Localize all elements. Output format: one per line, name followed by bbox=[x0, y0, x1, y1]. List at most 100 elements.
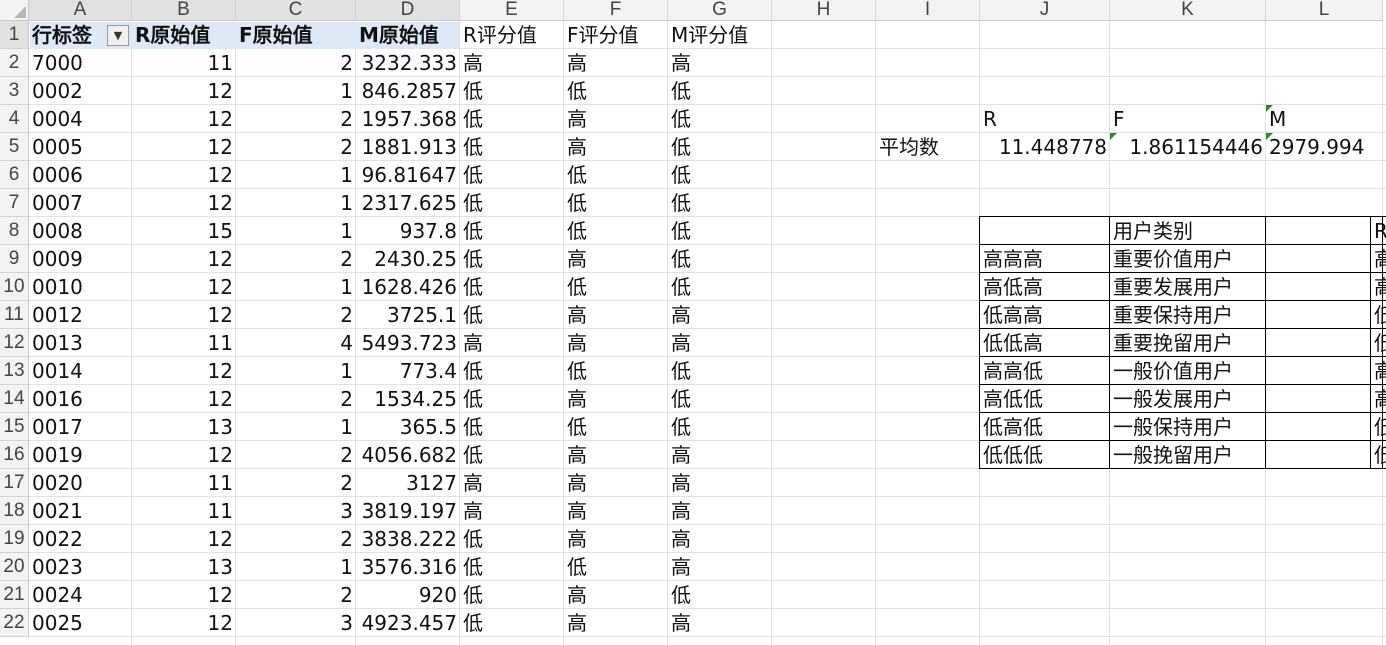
table-cell[interactable]: 高 bbox=[460, 469, 564, 496]
table-cell[interactable]: 高 bbox=[668, 49, 772, 76]
table-cell[interactable]: 低 bbox=[460, 245, 564, 272]
row-header-19[interactable]: 19 bbox=[0, 525, 29, 553]
row-header-4[interactable]: 4 bbox=[0, 105, 29, 133]
table-cell[interactable]: 12 bbox=[132, 441, 236, 468]
table-cell[interactable]: 1534.25 bbox=[356, 385, 460, 412]
table-cell[interactable]: 0002 bbox=[29, 77, 132, 104]
row-header-1[interactable]: 1 bbox=[0, 21, 29, 49]
table-cell[interactable]: 高 bbox=[668, 525, 772, 552]
table-cell[interactable]: 1 bbox=[236, 357, 356, 384]
table-cell[interactable]: 高 bbox=[564, 301, 668, 328]
table-cell[interactable]: 12 bbox=[132, 273, 236, 300]
r-score-header[interactable]: R评分值 bbox=[460, 21, 564, 48]
table-cell[interactable]: 365.5 bbox=[356, 413, 460, 440]
table-cell[interactable]: 0004 bbox=[29, 105, 132, 132]
table-cell[interactable]: 12 bbox=[132, 133, 236, 160]
row-header-2[interactable]: 2 bbox=[0, 49, 29, 77]
table-cell[interactable]: 低 bbox=[668, 217, 772, 244]
avg-f-value[interactable]: 1.861154446 bbox=[1110, 133, 1266, 160]
table-cell[interactable]: 4 bbox=[236, 329, 356, 356]
table-cell[interactable]: 0020 bbox=[29, 469, 132, 496]
table-cell[interactable]: 4056.682 bbox=[356, 441, 460, 468]
row-header-6[interactable]: 6 bbox=[0, 161, 29, 189]
table-cell[interactable]: 0013 bbox=[29, 329, 132, 356]
f-score-header[interactable]: F评分值 bbox=[564, 21, 668, 48]
row-header-21[interactable]: 21 bbox=[0, 581, 29, 609]
pivot-r-raw-header[interactable]: R原始值 bbox=[132, 21, 236, 48]
row-header-17[interactable]: 17 bbox=[0, 469, 29, 497]
table-cell[interactable]: 1 bbox=[236, 217, 356, 244]
table-cell[interactable]: 低 bbox=[460, 441, 564, 468]
table-cell[interactable]: 低 bbox=[460, 525, 564, 552]
table-cell[interactable]: 低 bbox=[564, 217, 668, 244]
table-cell[interactable]: 低 bbox=[668, 581, 772, 608]
table-cell[interactable]: 2430.25 bbox=[356, 245, 460, 272]
table-cell[interactable]: 低 bbox=[460, 105, 564, 132]
table-cell[interactable]: 12 bbox=[132, 105, 236, 132]
avg-r-value[interactable]: 11.448778 bbox=[980, 133, 1110, 160]
table-cell[interactable]: 高 bbox=[564, 441, 668, 468]
row-header-18[interactable]: 18 bbox=[0, 497, 29, 525]
table-cell[interactable]: 0016 bbox=[29, 385, 132, 412]
avg-row-label[interactable]: 平均数 bbox=[876, 133, 980, 160]
table-cell[interactable]: 3 bbox=[236, 497, 356, 524]
table-cell[interactable]: 3127 bbox=[356, 469, 460, 496]
table-cell[interactable]: 4923.457 bbox=[356, 609, 460, 636]
table-cell[interactable]: 3819.197 bbox=[356, 497, 460, 524]
column-header-h[interactable]: H bbox=[772, 0, 876, 21]
table-cell[interactable]: 高 bbox=[564, 49, 668, 76]
table-cell[interactable]: 低 bbox=[564, 77, 668, 104]
table-cell[interactable]: 低 bbox=[668, 245, 772, 272]
row-header-8[interactable]: 8 bbox=[0, 217, 29, 245]
filter-dropdown-icon[interactable]: ▼ bbox=[107, 25, 129, 46]
table-cell[interactable]: 3576.316 bbox=[356, 553, 460, 580]
table-cell[interactable]: 低 bbox=[460, 385, 564, 412]
column-header-f[interactable]: F bbox=[564, 0, 668, 21]
table-cell[interactable]: 低 bbox=[460, 413, 564, 440]
table-cell[interactable]: 12 bbox=[132, 385, 236, 412]
table-cell[interactable]: 低 bbox=[668, 189, 772, 216]
table-cell[interactable]: 3838.222 bbox=[356, 525, 460, 552]
table-cell[interactable]: 11 bbox=[132, 469, 236, 496]
table-cell[interactable]: 0019 bbox=[29, 441, 132, 468]
table-cell[interactable]: 1 bbox=[236, 413, 356, 440]
table-cell[interactable]: 12 bbox=[132, 245, 236, 272]
table-cell[interactable]: 11 bbox=[132, 49, 236, 76]
table-cell[interactable]: 0017 bbox=[29, 413, 132, 440]
table-cell[interactable]: 3 bbox=[236, 609, 356, 636]
table-cell[interactable]: 高 bbox=[564, 385, 668, 412]
table-cell[interactable]: 高 bbox=[564, 105, 668, 132]
table-cell[interactable]: 低 bbox=[668, 273, 772, 300]
row-header-16[interactable]: 16 bbox=[0, 441, 29, 469]
table-cell[interactable]: 低 bbox=[668, 133, 772, 160]
table-cell[interactable]: 1 bbox=[236, 161, 356, 188]
row-header-12[interactable]: 12 bbox=[0, 329, 29, 357]
table-cell[interactable]: 2 bbox=[236, 441, 356, 468]
table-cell[interactable]: 1 bbox=[236, 77, 356, 104]
table-cell[interactable]: 0009 bbox=[29, 245, 132, 272]
table-cell[interactable]: 低 bbox=[564, 553, 668, 580]
table-cell[interactable]: 920 bbox=[356, 581, 460, 608]
column-header-c[interactable]: C bbox=[236, 0, 356, 21]
table-cell[interactable]: 低 bbox=[460, 609, 564, 636]
table-cell[interactable]: 2 bbox=[236, 581, 356, 608]
table-cell[interactable]: 15 bbox=[132, 217, 236, 244]
table-cell[interactable]: 12 bbox=[132, 161, 236, 188]
table-cell[interactable]: 12 bbox=[132, 581, 236, 608]
row-header-3[interactable]: 3 bbox=[0, 77, 29, 105]
row-header-15[interactable]: 15 bbox=[0, 413, 29, 441]
table-cell[interactable]: 0006 bbox=[29, 161, 132, 188]
table-cell[interactable]: 低 bbox=[564, 161, 668, 188]
table-cell[interactable]: 高 bbox=[564, 497, 668, 524]
table-cell[interactable]: 2 bbox=[236, 133, 356, 160]
table-cell[interactable]: 低 bbox=[668, 357, 772, 384]
table-cell[interactable]: 低 bbox=[668, 77, 772, 104]
column-header-l[interactable]: L bbox=[1266, 0, 1383, 21]
column-header-b[interactable]: B bbox=[132, 0, 236, 21]
table-cell[interactable]: 12 bbox=[132, 77, 236, 104]
table-cell[interactable]: 0008 bbox=[29, 217, 132, 244]
table-cell[interactable]: 低 bbox=[460, 581, 564, 608]
table-cell[interactable]: 12 bbox=[132, 189, 236, 216]
table-cell[interactable]: 0010 bbox=[29, 273, 132, 300]
table-cell[interactable]: 低 bbox=[564, 357, 668, 384]
